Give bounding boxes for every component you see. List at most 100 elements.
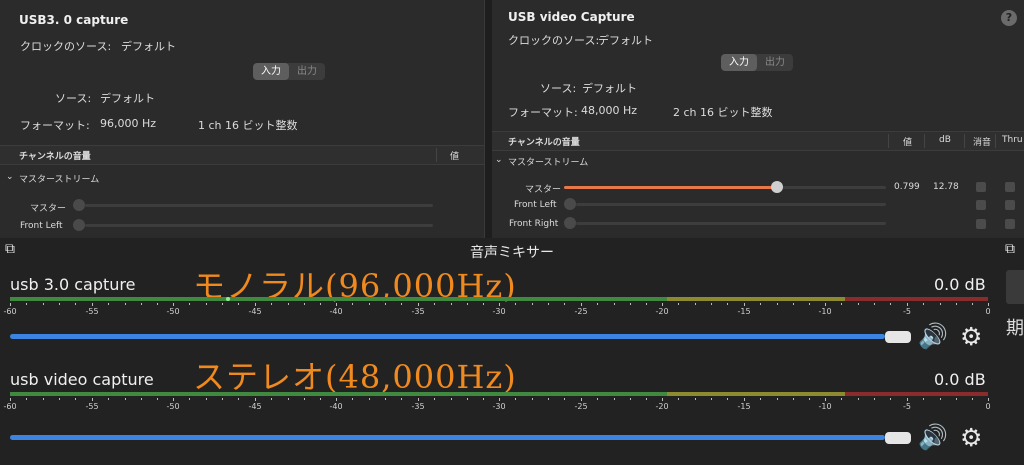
format-label: フォーマット:: [508, 106, 578, 119]
scale-tick: [173, 303, 174, 306]
meter-green-zone: [10, 297, 667, 301]
scale-label: -55: [85, 307, 99, 316]
meter-scale: -60 -55 -50 -45 -40 -35 -30 -25 -20 -15 -10 -5 0: [3, 398, 991, 411]
scale-tick: [907, 398, 908, 401]
scale-minor-tick: [467, 303, 468, 305]
scale-tick: [336, 303, 337, 306]
speaker-icon[interactable]: 🔊: [918, 423, 948, 451]
source-label: ソース:: [540, 82, 577, 95]
master-thru-checkbox[interactable]: [1005, 182, 1015, 192]
format-channels[interactable]: 2 ch 16 ビット整数: [673, 104, 773, 120]
scale-minor-tick: [238, 398, 239, 400]
scale-minor-tick: [809, 303, 810, 305]
scale-minor-tick: [727, 398, 728, 400]
scale-minor-tick: [320, 303, 321, 305]
speaker-icon[interactable]: 🔊: [918, 322, 948, 350]
column-divider: [964, 134, 965, 148]
scale-minor-tick: [320, 398, 321, 400]
gear-icon[interactable]: ⚙: [960, 322, 982, 351]
device-panel-usb3: USB3. 0 capture クロックのソース: デフォルト 入力 出力 ソー…: [0, 0, 485, 238]
master-volume-knob[interactable]: [771, 181, 783, 193]
front-left-thru-checkbox[interactable]: [1005, 200, 1015, 210]
volume-header: チャンネルの音量: [508, 138, 580, 148]
scale-label: -35: [411, 402, 425, 411]
scale-minor-tick: [401, 398, 402, 400]
undock-icon[interactable]: ⧉: [1005, 241, 1015, 257]
front-right-thru-checkbox[interactable]: [1005, 219, 1015, 229]
scale-minor-tick: [777, 303, 778, 305]
track-db-readout: 0.0 dB: [934, 370, 986, 389]
source-value[interactable]: デフォルト: [100, 90, 155, 106]
master-value[interactable]: 0.799: [894, 182, 920, 192]
front-left-volume-knob[interactable]: [73, 219, 85, 231]
io-segmented-control: 入力 出力: [253, 63, 325, 80]
scale-minor-tick: [760, 303, 761, 305]
tab-input[interactable]: 入力: [721, 54, 757, 71]
front-right-volume-knob[interactable]: [564, 217, 576, 229]
format-rate[interactable]: 96,000 Hz: [100, 117, 156, 130]
tab-output[interactable]: 出力: [757, 54, 793, 71]
clock-source-value[interactable]: デフォルト: [598, 32, 653, 48]
tab-output[interactable]: 出力: [289, 63, 325, 80]
scale-minor-tick: [597, 303, 598, 305]
clock-source-value[interactable]: デフォルト: [121, 38, 176, 54]
scale-minor-tick: [890, 303, 891, 305]
scale-minor-tick: [288, 303, 289, 305]
master-db[interactable]: 12.78: [933, 182, 959, 192]
side-panel-button[interactable]: [1006, 270, 1024, 304]
scale-tick: [255, 398, 256, 401]
volume-fader-track[interactable]: [10, 334, 885, 339]
scale-minor-tick: [434, 398, 435, 400]
master-volume-fill: [564, 186, 777, 189]
scale-tick: [499, 398, 500, 401]
volume-fader-handle[interactable]: [885, 331, 911, 343]
master-volume-knob[interactable]: [73, 199, 85, 211]
source-value[interactable]: デフォルト: [582, 80, 637, 96]
scale-label: -10: [818, 402, 832, 411]
scale-minor-tick: [614, 398, 615, 400]
format-channels[interactable]: 1 ch 16 ビット整数: [198, 117, 298, 133]
front-left-volume-track[interactable]: [576, 203, 886, 206]
scale-minor-tick: [483, 398, 484, 400]
scale-tick: [662, 303, 663, 306]
tab-input[interactable]: 入力: [253, 63, 289, 80]
thru-header: Thru: [1002, 135, 1023, 145]
scale-minor-tick: [385, 398, 386, 400]
scale-minor-tick: [434, 303, 435, 305]
format-rate[interactable]: 48,000 Hz: [581, 104, 637, 117]
scale-label: 0: [985, 402, 991, 411]
scale-minor-tick: [108, 398, 109, 400]
scale-minor-tick: [26, 398, 27, 400]
help-icon[interactable]: ?: [1001, 10, 1017, 26]
scale-label: -25: [574, 307, 588, 316]
scale-minor-tick: [940, 398, 941, 400]
scale-minor-tick: [630, 398, 631, 400]
master-mute-checkbox[interactable]: [976, 182, 986, 192]
scale-minor-tick: [874, 398, 875, 400]
master-volume-track[interactable]: [85, 204, 433, 207]
gear-icon[interactable]: ⚙: [960, 423, 982, 452]
front-right-volume-track[interactable]: [576, 222, 886, 225]
scale-tick: [92, 303, 93, 306]
master-stream-label: マスターストリーム: [508, 158, 589, 168]
front-left-volume-knob[interactable]: [564, 198, 576, 210]
scale-minor-tick: [189, 303, 190, 305]
front-left-mute-checkbox[interactable]: [976, 200, 986, 210]
scale-label: -5: [903, 402, 911, 411]
scale-minor-tick: [809, 398, 810, 400]
front-right-mute-checkbox[interactable]: [976, 219, 986, 229]
front-left-volume-track[interactable]: [85, 224, 433, 227]
scale-minor-tick: [564, 303, 565, 305]
chevron-down-icon[interactable]: ⌄: [6, 172, 14, 182]
volume-fader-handle[interactable]: [885, 432, 911, 444]
volume-fader-track[interactable]: [10, 435, 885, 440]
scale-label: -20: [655, 402, 669, 411]
mute-header: 消音: [973, 138, 992, 148]
channel-label-master: マスター: [525, 185, 562, 195]
mixer-title: 音声ミキサー: [470, 245, 554, 261]
scale-minor-tick: [206, 303, 207, 305]
scale-minor-tick: [43, 303, 44, 305]
source-label: ソース:: [55, 92, 92, 105]
scale-minor-tick: [75, 303, 76, 305]
chevron-down-icon[interactable]: ⌄: [495, 155, 503, 165]
